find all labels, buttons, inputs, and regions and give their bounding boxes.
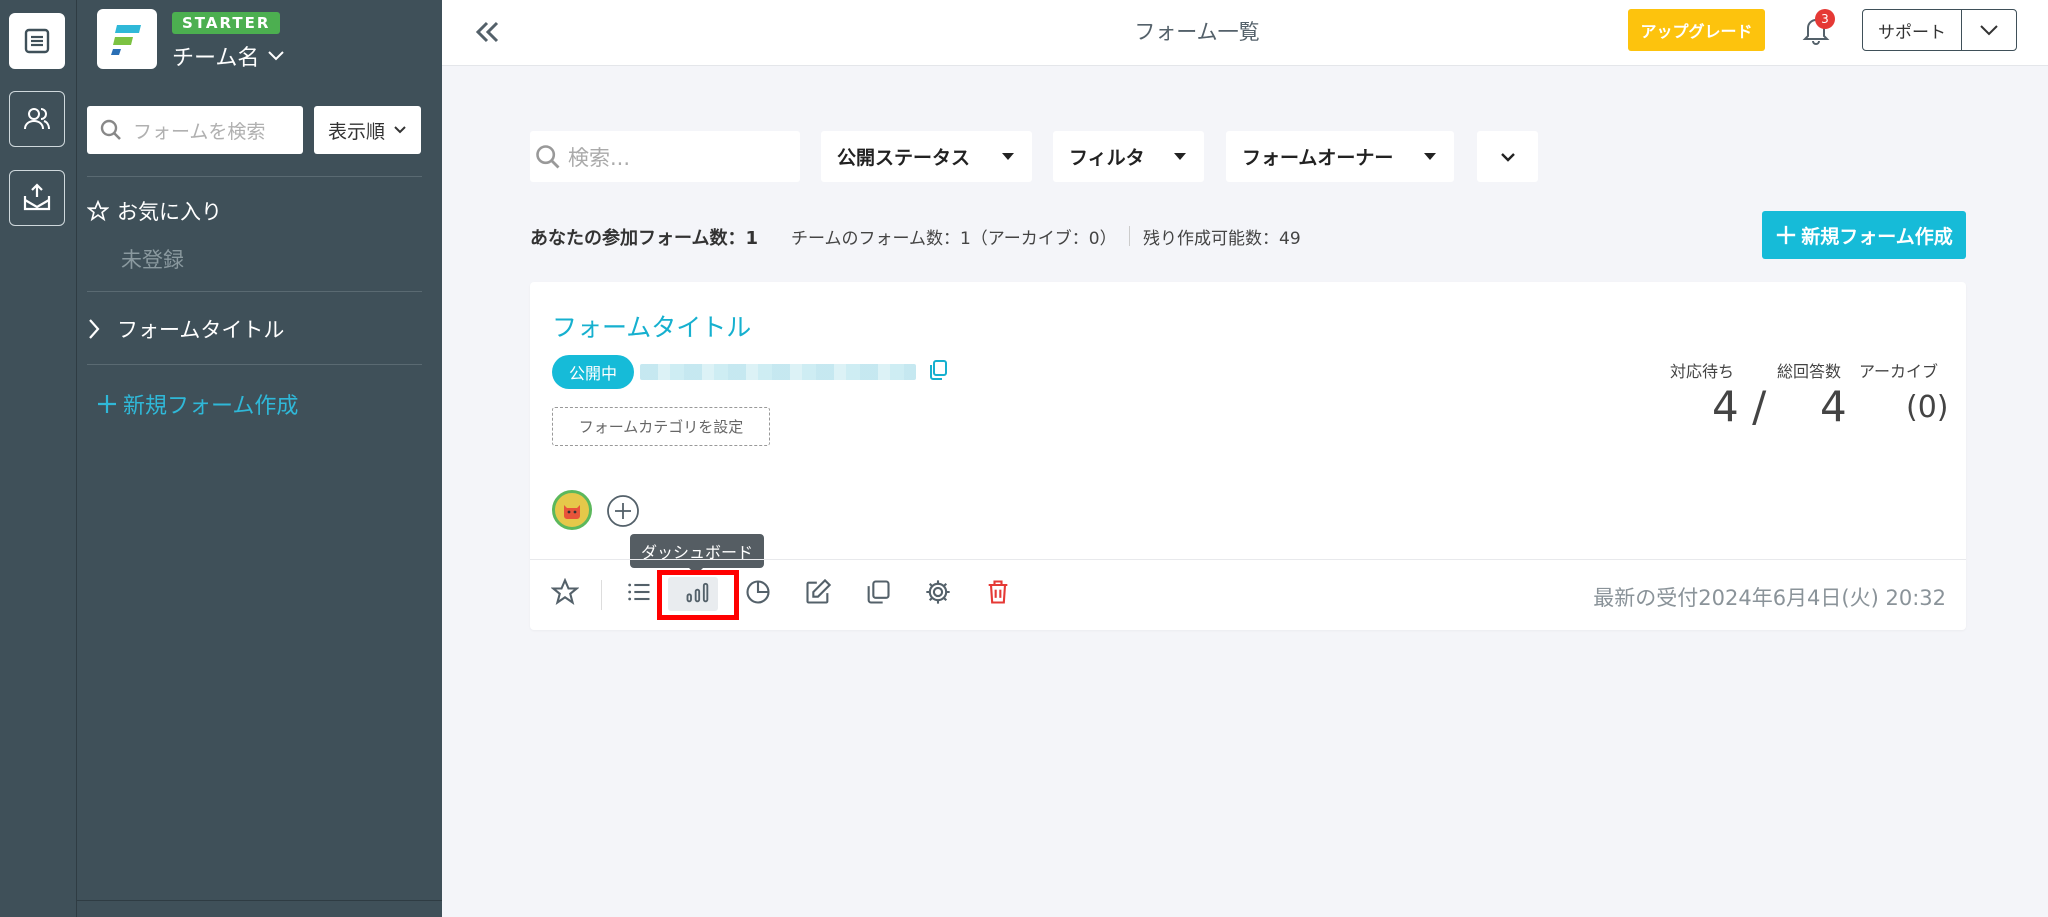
remaining-form-count: 残り作成可能数：49 — [1143, 229, 1301, 249]
avatar-cat-icon — [564, 505, 580, 519]
favorites-header[interactable]: お気に入り — [87, 196, 222, 226]
responses-list-button[interactable] — [619, 572, 659, 612]
favorite-button[interactable] — [545, 572, 585, 612]
search-icon — [536, 144, 560, 168]
settings-button[interactable] — [918, 572, 958, 612]
new-form-button[interactable]: 新規フォーム作成 — [1762, 211, 1966, 259]
chevron-right-icon — [89, 319, 100, 339]
divider — [87, 291, 422, 292]
sidebar-search-input[interactable]: フォームを検索 — [87, 106, 303, 154]
sidebar-form-item[interactable]: フォームタイトル — [87, 314, 284, 344]
form-search-placeholder: 検索... — [568, 145, 631, 170]
divider — [87, 364, 422, 365]
trash-icon — [988, 580, 1008, 604]
edit-button[interactable] — [798, 572, 838, 612]
plus-icon — [98, 395, 116, 413]
delete-button[interactable] — [978, 572, 1018, 612]
filter-dropdown[interactable]: フィルタ — [1053, 131, 1204, 182]
logo-icon — [111, 25, 141, 55]
support-button[interactable]: サポート — [1862, 9, 1962, 51]
archive-value: (0) — [1906, 390, 1949, 425]
team-form-count: チームのフォーム数：1（アーカイブ：0） — [791, 229, 1117, 249]
status-filter-dropdown[interactable]: 公開ステータス — [821, 131, 1032, 182]
form-url — [640, 364, 916, 380]
plan-badge: STARTER — [172, 12, 281, 34]
favorites-empty: 未登録 — [121, 248, 184, 272]
chevron-down-icon — [1500, 152, 1515, 162]
sidebar-new-form-link[interactable]: 新規フォーム作成 — [95, 388, 298, 420]
caret-down-icon — [1174, 153, 1186, 160]
form-card: フォームタイトル 公開中 フォームカテゴリを設定 対応待ち 総回答数 アーカイブ… — [530, 282, 1966, 630]
users-nav-button[interactable] — [9, 91, 65, 147]
sidebar: STARTER チーム名 フォームを検索 表示順 お気に入り 未登録 フォームタ… — [77, 0, 442, 917]
edit-icon — [806, 578, 832, 604]
form-search-input[interactable]: 検索... — [530, 131, 800, 182]
chevron-down-icon — [394, 126, 406, 134]
divider — [87, 176, 422, 177]
pie-chart-icon — [746, 580, 770, 604]
status-badge: 公開中 — [552, 355, 634, 389]
chevron-down-icon — [268, 51, 285, 61]
more-filters-button[interactable] — [1477, 131, 1538, 182]
icon-rail — [0, 0, 77, 917]
caret-down-icon — [1424, 153, 1436, 160]
latest-response: 最新の受付2024年6月4日(火) 20:32 — [1593, 586, 1946, 610]
divider — [1129, 226, 1130, 246]
favorites-label: お気に入り — [117, 200, 222, 224]
duplicate-icon — [867, 580, 890, 604]
users-icon — [24, 108, 50, 130]
joined-form-count: あなたの参加フォーム数：1 — [530, 228, 758, 249]
add-member-icon[interactable] — [606, 494, 640, 528]
team-name: チーム名 — [172, 46, 260, 71]
caret-down-icon — [1002, 153, 1014, 160]
page-title: フォーム一覧 — [1134, 20, 1260, 44]
notification-badge: 3 — [1815, 9, 1835, 29]
divider — [77, 900, 442, 901]
duplicate-button[interactable] — [858, 572, 898, 612]
sidebar-search-placeholder: フォームを検索 — [133, 120, 266, 143]
highlight-box — [657, 570, 739, 620]
status-filter-label: 公開ステータス — [837, 147, 971, 169]
divider — [530, 559, 1966, 560]
chevron-down-icon — [1980, 25, 1998, 36]
avatar[interactable] — [552, 490, 592, 530]
sidebar-new-form-label: 新規フォーム作成 — [123, 394, 299, 419]
owner-filter-label: フォームオーナー — [1242, 147, 1394, 169]
sort-select[interactable]: 表示順 — [314, 106, 421, 154]
copy-icon[interactable] — [926, 358, 950, 382]
top-bar: フォーム一覧 アップグレード 3 サポート — [442, 0, 2048, 66]
pending-label: 対応待ち — [1670, 362, 1735, 381]
list-icon — [628, 583, 650, 601]
divider — [601, 580, 602, 610]
app-logo[interactable] — [97, 9, 157, 69]
pending-value: 4 / — [1712, 382, 1767, 431]
archive-label: アーカイブ — [1859, 362, 1939, 381]
sort-label: 表示順 — [327, 120, 385, 143]
gear-icon — [926, 580, 950, 604]
plus-icon — [1777, 225, 1796, 245]
search-icon — [100, 119, 121, 140]
inbox-icon — [23, 183, 51, 211]
new-form-button-label: 新規フォーム作成 — [1801, 225, 1953, 248]
forms-nav-button[interactable] — [9, 13, 65, 69]
team-switcher[interactable]: チーム名 — [172, 40, 285, 72]
dashboard-tooltip: ダッシュボード — [630, 534, 764, 575]
inbox-nav-button[interactable] — [9, 170, 65, 226]
set-category-button[interactable]: フォームカテゴリを設定 — [552, 407, 770, 446]
sidebar-form-item-label: フォームタイトル — [117, 318, 285, 342]
form-title-link[interactable]: フォームタイトル — [552, 308, 751, 344]
total-value: 4 — [1820, 382, 1847, 431]
support-dropdown-button[interactable] — [1961, 9, 2017, 51]
filter-label: フィルタ — [1069, 147, 1145, 169]
total-label: 総回答数 — [1777, 362, 1842, 381]
forms-icon — [24, 28, 50, 54]
star-icon — [551, 578, 579, 605]
star-icon — [87, 200, 109, 222]
owner-filter-dropdown[interactable]: フォームオーナー — [1226, 131, 1454, 182]
analytics-button[interactable] — [738, 572, 778, 612]
upgrade-button[interactable]: アップグレード — [1628, 9, 1765, 51]
